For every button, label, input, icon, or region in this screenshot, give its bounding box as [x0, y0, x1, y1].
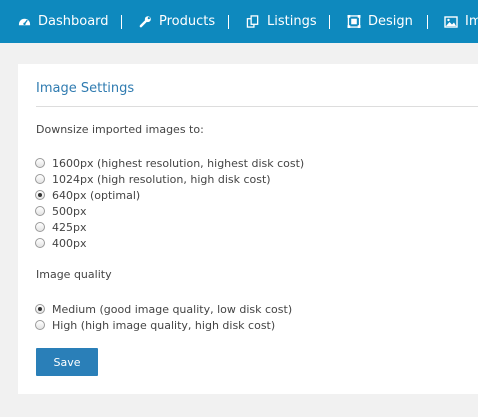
option-label: 500px — [52, 204, 87, 218]
radio-button[interactable] — [35, 238, 45, 248]
radio-button-selected[interactable] — [35, 304, 45, 314]
downsize-option-640[interactable]: 640px (optimal) — [35, 188, 140, 202]
downsize-option-1024[interactable]: 1024px (high resolution, high disk cost) — [35, 172, 271, 186]
top-navigation: Dashboard Products Listings Design Im — [0, 0, 478, 43]
nav-item-label: Im — [465, 14, 478, 29]
downsize-option-500[interactable]: 500px — [35, 204, 87, 218]
nav-item-label: Design — [368, 14, 413, 29]
option-label: 1024px (high resolution, high disk cost) — [52, 172, 271, 186]
panel-title: Image Settings — [36, 81, 135, 96]
nav-separator — [121, 15, 122, 29]
downsize-option-425[interactable]: 425px — [35, 220, 87, 234]
radio-button[interactable] — [35, 158, 45, 168]
nav-item-listings[interactable]: Listings — [246, 0, 317, 43]
image-icon — [444, 15, 458, 28]
radio-button[interactable] — [35, 222, 45, 232]
nav-separator — [329, 15, 330, 29]
option-label: 1600px (highest resolution, highest disk… — [52, 156, 305, 170]
nav-separator — [228, 15, 229, 29]
nav-item-label: Listings — [267, 14, 317, 29]
option-label: High (high image quality, high disk cost… — [52, 318, 276, 332]
radio-button[interactable] — [35, 206, 45, 216]
image-settings-panel: Image Settings Downsize imported images … — [18, 64, 478, 394]
quality-option-high[interactable]: High (high image quality, high disk cost… — [35, 318, 275, 332]
quality-label: Image quality — [36, 268, 112, 281]
nav-item-images[interactable]: Im — [444, 0, 478, 43]
wrench-icon — [139, 16, 151, 28]
option-label: 425px — [52, 220, 87, 234]
downsize-option-400[interactable]: 400px — [35, 236, 87, 250]
option-label: 400px — [52, 236, 87, 250]
radio-button[interactable] — [35, 320, 45, 330]
nav-item-products[interactable]: Products — [139, 0, 215, 43]
radio-button-selected[interactable] — [35, 190, 45, 200]
nav-separator — [427, 15, 428, 29]
divider — [36, 106, 478, 107]
option-label: 640px (optimal) — [52, 188, 141, 202]
design-icon — [347, 15, 361, 28]
nav-item-label: Products — [159, 14, 216, 29]
nav-item-label: Dashboard — [38, 14, 109, 29]
dashboard-icon — [18, 18, 31, 26]
downsize-option-1600[interactable]: 1600px (highest resolution, highest disk… — [35, 156, 304, 170]
copy-icon — [246, 15, 259, 28]
nav-item-design[interactable]: Design — [347, 0, 413, 43]
save-button[interactable]: Save — [36, 348, 98, 376]
radio-button[interactable] — [35, 174, 45, 184]
downsize-label: Downsize imported images to: — [36, 123, 204, 136]
option-label: Medium (good image quality, low disk cos… — [52, 302, 293, 316]
nav-item-dashboard[interactable]: Dashboard — [18, 0, 109, 43]
quality-option-medium[interactable]: Medium (good image quality, low disk cos… — [35, 302, 292, 316]
